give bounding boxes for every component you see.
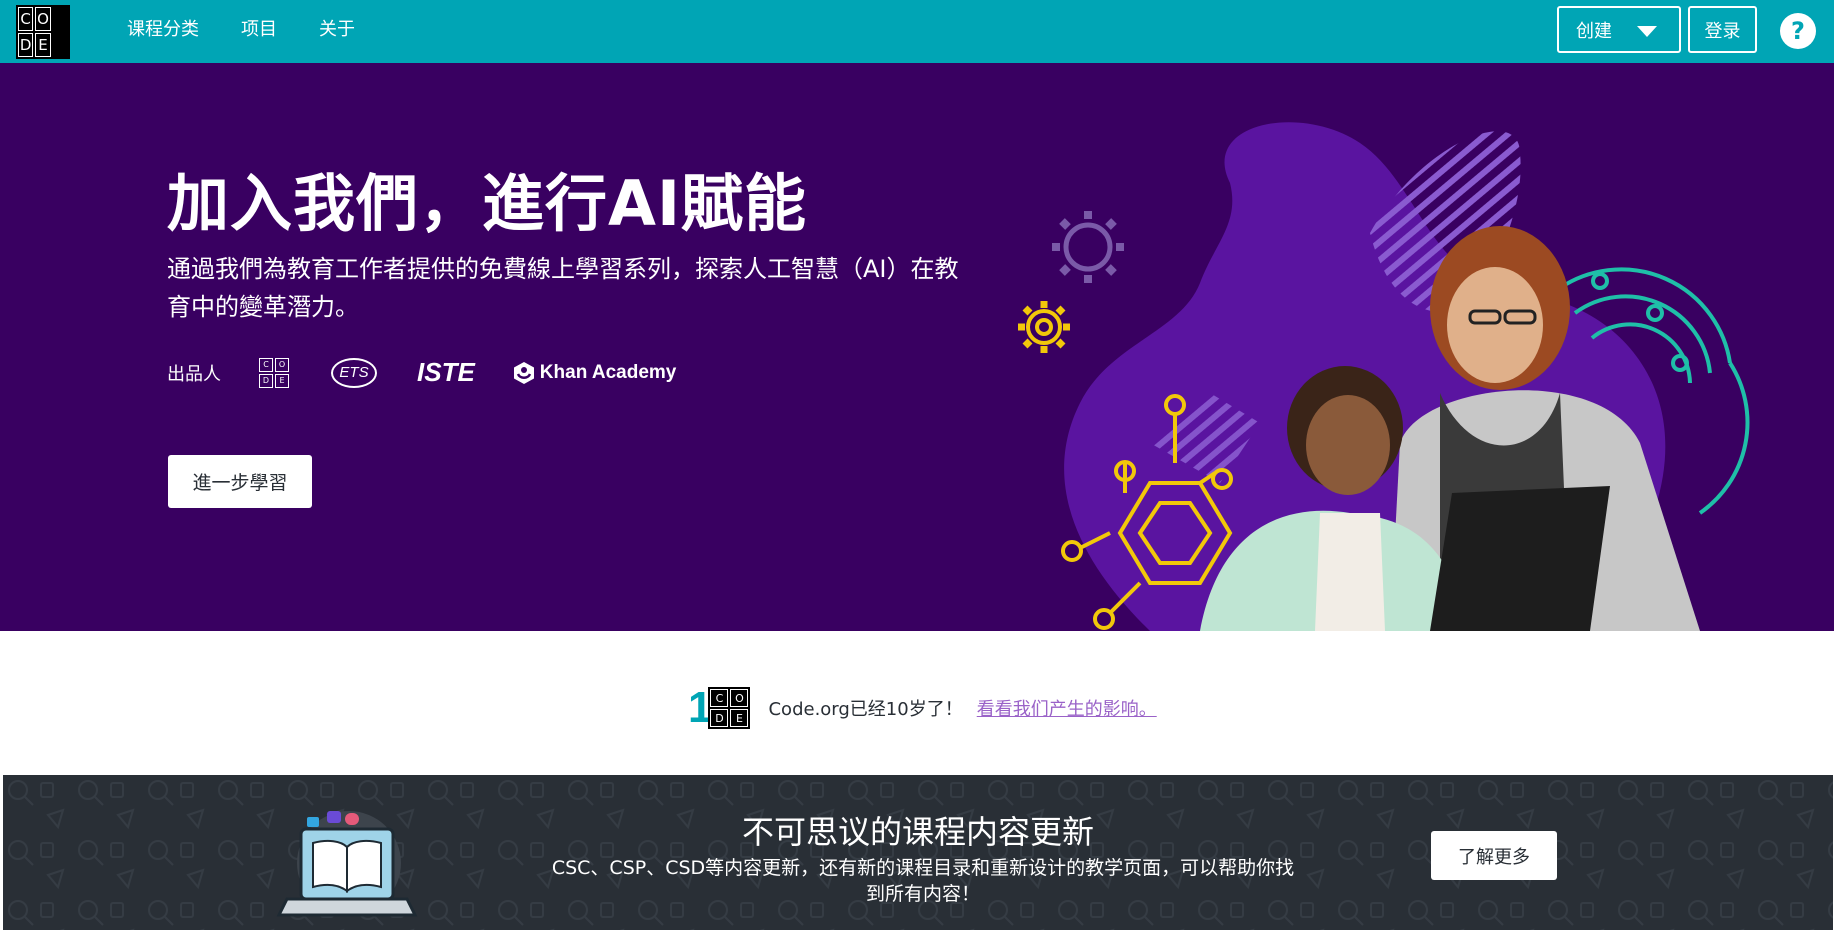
khan-academy-logo: Khan Academy (513, 361, 677, 385)
laptop-figure (1430, 486, 1610, 631)
gear-icon (1052, 211, 1124, 283)
logo-letter-o: O (275, 357, 289, 372)
code-box-logo: C O D E (708, 687, 751, 729)
main-nav: 课程分类 项目 关于 (127, 0, 355, 56)
gear-icon (1018, 301, 1070, 353)
logo-letter-d: D (18, 33, 34, 57)
create-label: 创建 (1576, 20, 1612, 42)
impact-link[interactable]: 看看我们产生的影响。 (977, 695, 1157, 721)
khan-academy-label: Khan Academy (539, 361, 677, 383)
logo-letter-e: E (730, 709, 749, 727)
hero-section: 加入我們，進行AI賦能 通過我們為教育工作者提供的免費線上學習系列，探索人工智慧… (0, 63, 1834, 631)
curriculum-update-banner: 不可思议的课程内容更新 CSC、CSP、CSD等内容更新，还有新的课程目录和重新… (3, 775, 1833, 930)
nav-item-courses[interactable]: 课程分类 (127, 15, 199, 41)
login-button[interactable]: 登录 (1688, 6, 1757, 53)
hero-illustration (1018, 122, 1750, 631)
logo-blank-cell (52, 33, 68, 57)
help-icon[interactable]: ? (1780, 13, 1816, 49)
logo-letter-c: C (259, 357, 273, 372)
ets-logo: ETS (331, 357, 377, 388)
logo-letter-d: D (259, 373, 273, 388)
create-dropdown-button[interactable]: 创建 (1557, 6, 1681, 53)
hero-subtitle: 通過我們為教育工作者提供的免費線上學習系列，探索人工智慧（AI）在教育中的變革潛… (167, 255, 959, 321)
hero-title: 加入我們，進行AI賦能 (167, 167, 808, 240)
anniversary-text: Code.org已经10岁了！ (768, 699, 963, 720)
code-org-logo[interactable]: C O D E (16, 5, 70, 59)
chevron-down-icon (1637, 26, 1657, 37)
khan-hexagon-icon (513, 361, 534, 384)
learn-more-update-button[interactable]: 了解更多 (1431, 831, 1557, 880)
logo-letter-c: C (710, 689, 729, 707)
logo-letter-e: E (35, 33, 51, 57)
partner-logos: 出品人 C O D E ETS ISTE Khan Academy (167, 357, 676, 388)
iste-logo: ISTE (417, 357, 475, 387)
logo-letter-c: C (18, 7, 34, 31)
update-title: 不可思议的课程内容更新 (741, 813, 1094, 851)
anniversary-content: 1 C O D E Code.org已经10岁了！ 看看我们产生的影响。 (688, 683, 1157, 733)
ten-years-logo: 1 C O D E (688, 683, 751, 733)
anniversary-banner: 1 C O D E Code.org已经10岁了！ 看看我们产生的影响。 (0, 631, 1834, 775)
presented-by-label: 出品人 (167, 363, 221, 385)
logo-letter-d: D (710, 709, 729, 727)
code-org-partner-logo: C O D E (259, 357, 289, 388)
logo-letter-o: O (35, 7, 51, 31)
nav-item-projects[interactable]: 项目 (241, 15, 277, 41)
learn-more-button[interactable]: 進一步學習 (168, 455, 312, 508)
logo-letter-o: O (730, 689, 749, 707)
logo-letter-e: E (275, 373, 289, 388)
top-navigation-bar: C O D E 课程分类 项目 关于 创建 登录 ? (0, 0, 1834, 63)
update-description: CSC、CSP、CSD等内容更新，还有新的课程目录和重新设计的教学页面，可以帮助… (551, 857, 1295, 905)
nav-item-about[interactable]: 关于 (319, 15, 355, 41)
ten-years-digit: 1 (688, 683, 713, 732)
logo-blank-cell (52, 7, 68, 31)
